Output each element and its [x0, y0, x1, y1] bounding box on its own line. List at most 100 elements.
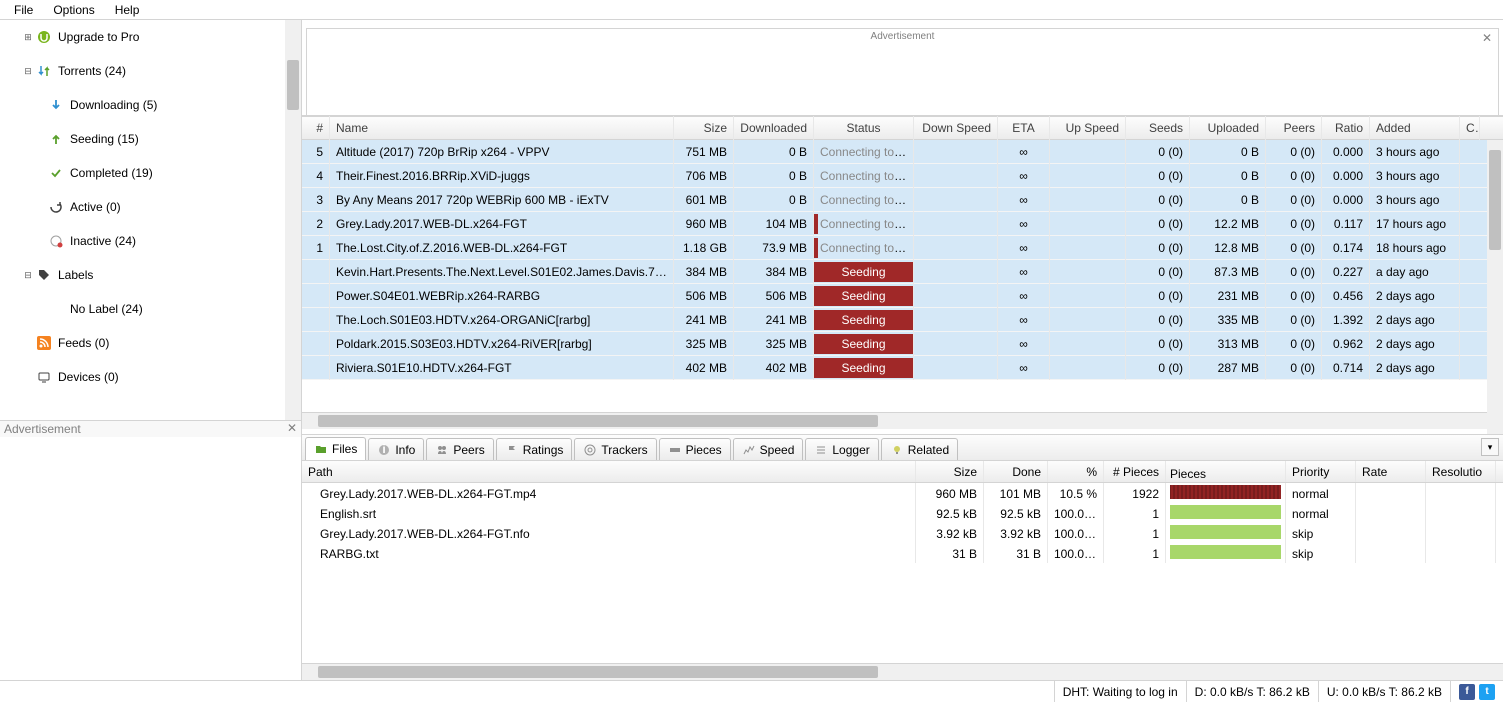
torrent-list: # Name Size Downloaded Status Down Speed…	[302, 116, 1503, 434]
sidebar-item-label: Upgrade to Pro	[58, 30, 139, 44]
file-row[interactable]: Grey.Lady.2017.WEB-DL.x264-FGT.mp4960 MB…	[302, 483, 1503, 503]
torrent-list-header: # Name Size Downloaded Status Down Speed…	[302, 116, 1503, 140]
sidebar-completed[interactable]: Completed (19)	[0, 156, 301, 190]
sidebar-item-label: Completed (19)	[70, 166, 153, 180]
sidebar-seeding[interactable]: Seeding (15)	[0, 122, 301, 156]
files-hscroll[interactable]	[302, 663, 1503, 680]
col-status[interactable]: Status	[814, 116, 914, 140]
sidebar-item-label: Active (0)	[70, 200, 121, 214]
sidebar-ad-header: Advertisement ✕	[0, 420, 301, 437]
sidebar-item-label: No Label (24)	[70, 302, 143, 316]
tab-logger[interactable]: Logger	[805, 438, 878, 460]
status-upload[interactable]: U: 0.0 kB/s T: 86.2 kB	[1318, 681, 1450, 702]
sidebar-devices[interactable]: Devices (0)	[0, 360, 301, 394]
col-num[interactable]: #	[302, 116, 330, 140]
files-body: Grey.Lady.2017.WEB-DL.x264-FGT.mp4960 MB…	[302, 483, 1503, 663]
torrent-row[interactable]: 1The.Lost.City.of.Z.2016.WEB-DL.x264-FGT…	[302, 236, 1503, 260]
sidebar-item-label: Torrents (24)	[58, 64, 126, 78]
col-ratio[interactable]: Ratio	[1322, 116, 1370, 140]
ad-title: Advertisement	[865, 31, 941, 42]
col-extra[interactable]: C	[1460, 116, 1480, 140]
fcol-done[interactable]: Done	[984, 461, 1048, 482]
fcol-pieces[interactable]: # Pieces	[1104, 461, 1166, 482]
status-bar: DHT: Waiting to log in D: 0.0 kB/s T: 86…	[0, 680, 1503, 702]
col-eta[interactable]: ETA	[998, 116, 1050, 140]
sidebar-inactive[interactable]: Inactive (24)	[0, 224, 301, 258]
facebook-icon[interactable]: f	[1459, 684, 1475, 700]
tab-info[interactable]: iInfo	[368, 438, 424, 460]
upload-icon	[48, 131, 64, 147]
bulb-icon	[890, 443, 904, 457]
col-peers[interactable]: Peers	[1266, 116, 1322, 140]
col-downloaded[interactable]: Downloaded	[734, 116, 814, 140]
sidebar-feeds[interactable]: Feeds (0)	[0, 326, 301, 360]
fcol-size[interactable]: Size	[916, 461, 984, 482]
menu-file[interactable]: File	[4, 1, 43, 19]
torrent-vscroll[interactable]	[1487, 140, 1503, 434]
tab-peers[interactable]: Peers	[426, 438, 493, 460]
close-icon[interactable]: ✕	[1482, 31, 1492, 45]
label-icon	[36, 267, 52, 283]
check-icon	[48, 165, 64, 181]
sidebar-scrollbar[interactable]	[285, 20, 301, 420]
torrent-row[interactable]: Kevin.Hart.Presents.The.Next.Level.S01E0…	[302, 260, 1503, 284]
file-row[interactable]: Grey.Lady.2017.WEB-DL.x264-FGT.nfo3.92 k…	[302, 523, 1503, 543]
tab-files[interactable]: Files	[305, 437, 366, 460]
sidebar-item-label: Downloading (5)	[70, 98, 157, 112]
menu-help[interactable]: Help	[105, 1, 150, 19]
sidebar-item-label: Seeding (15)	[70, 132, 139, 146]
torrent-row[interactable]: 2Grey.Lady.2017.WEB-DL.x264-FGT960 MB104…	[302, 212, 1503, 236]
sidebar-item-label: Devices (0)	[58, 370, 119, 384]
torrent-row[interactable]: Poldark.2015.S03E03.HDTV.x264-RiVER[rarb…	[302, 332, 1503, 356]
pieces-icon	[668, 443, 682, 457]
col-added[interactable]: Added	[1370, 116, 1460, 140]
file-row[interactable]: English.srt92.5 kB92.5 kB100.0 %1normal	[302, 503, 1503, 523]
devices-icon	[36, 369, 52, 385]
fcol-path[interactable]: Path	[302, 461, 916, 482]
tab-related[interactable]: Related	[881, 438, 958, 460]
sidebar-torrents[interactable]: ⊟ Torrents (24)	[0, 54, 301, 88]
torrent-row[interactable]: 3By Any Means 2017 720p WEBRip 600 MB - …	[302, 188, 1503, 212]
sidebar-upgrade[interactable]: ⊞ Upgrade to Pro	[0, 20, 301, 54]
fcol-resolution[interactable]: Resolutio	[1426, 461, 1496, 482]
sidebar-labels[interactable]: ⊟ Labels	[0, 258, 301, 292]
col-name[interactable]: Name	[330, 116, 674, 140]
close-icon[interactable]: ✕	[287, 421, 297, 435]
sidebar-active[interactable]: Active (0)	[0, 190, 301, 224]
sidebar-downloading[interactable]: Downloading (5)	[0, 88, 301, 122]
tab-trackers[interactable]: Trackers	[574, 438, 656, 460]
col-size[interactable]: Size	[674, 116, 734, 140]
tabs-more[interactable]: ▾	[1481, 438, 1499, 456]
fcol-priority[interactable]: Priority	[1286, 461, 1356, 482]
torrent-row[interactable]: Power.S04E01.WEBRip.x264-RARBG506 MB506 …	[302, 284, 1503, 308]
sidebar-ad-area	[0, 437, 301, 680]
tab-pieces[interactable]: Pieces	[659, 438, 731, 460]
logger-icon	[814, 443, 828, 457]
fcol-pct[interactable]: %	[1048, 461, 1104, 482]
target-icon	[583, 443, 597, 457]
torrent-row[interactable]: 5Altitude (2017) 720p BrRip x264 - VPPV7…	[302, 140, 1503, 164]
col-up-speed[interactable]: Up Speed	[1050, 116, 1126, 140]
sidebar: ⊞ Upgrade to Pro ⊟ Torrents (24) Downloa…	[0, 20, 302, 680]
status-dht[interactable]: DHT: Waiting to log in	[1054, 681, 1186, 702]
speed-icon	[742, 443, 756, 457]
torrent-row[interactable]: The.Loch.S01E03.HDTV.x264-ORGANiC[rarbg]…	[302, 308, 1503, 332]
flag-icon	[505, 443, 519, 457]
fcol-bar[interactable]: Pieces	[1166, 461, 1286, 482]
sidebar-no-label[interactable]: No Label (24)	[0, 292, 301, 326]
twitter-icon[interactable]: t	[1479, 684, 1495, 700]
file-row[interactable]: RARBG.txt31 B31 B100.0 %1skip	[302, 543, 1503, 563]
torrent-hscroll[interactable]	[302, 412, 1503, 429]
col-seeds[interactable]: Seeds	[1126, 116, 1190, 140]
menu-options[interactable]: Options	[43, 1, 104, 19]
col-down-speed[interactable]: Down Speed	[914, 116, 998, 140]
status-social: f t	[1450, 681, 1503, 702]
status-download[interactable]: D: 0.0 kB/s T: 86.2 kB	[1186, 681, 1318, 702]
fcol-rate[interactable]: Rate	[1356, 461, 1426, 482]
torrent-row[interactable]: Riviera.S01E10.HDTV.x264-FGT402 MB402 MB…	[302, 356, 1503, 380]
col-uploaded[interactable]: Uploaded	[1190, 116, 1266, 140]
rss-icon	[36, 335, 52, 351]
tab-ratings[interactable]: Ratings	[496, 438, 573, 460]
torrent-row[interactable]: 4Their.Finest.2016.BRRip.XViD-juggs706 M…	[302, 164, 1503, 188]
tab-speed[interactable]: Speed	[733, 438, 804, 460]
